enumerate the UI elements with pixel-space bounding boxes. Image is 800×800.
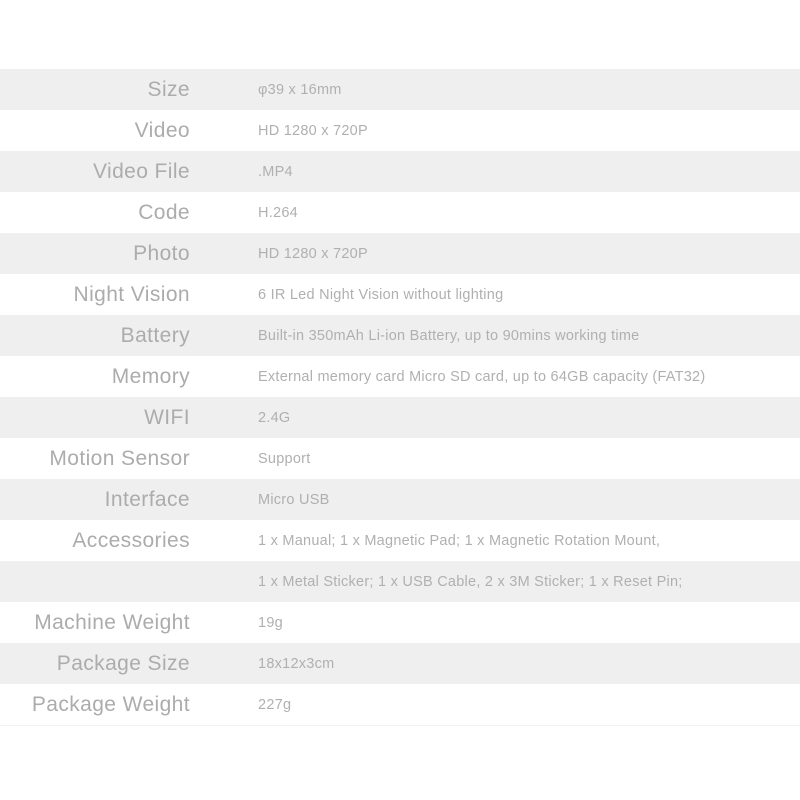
table-row: Battery Built-in 350mAh Li-ion Battery, u… [0,315,800,356]
spec-value: 1 x Metal Sticker; 1 x USB Cable, 2 x 3M… [258,573,683,590]
spec-value: 1 x Manual; 1 x Magnetic Pad; 1 x Magnet… [258,532,661,549]
table-row: Photo HD 1280 x 720P [0,233,800,274]
spec-value: Built-in 350mAh Li-ion Battery, up to 90… [258,327,640,344]
table-row: Motion Sensor Support [0,438,800,479]
spec-label: WIFI [144,405,190,429]
spec-label: Video [134,118,190,142]
spec-label: Motion Sensor [49,446,190,470]
spec-label: Accessories [72,528,190,552]
spec-label: Code [138,200,190,224]
table-row: Accessories 1 x Manual; 1 x Magnetic Pad;… [0,520,800,561]
spec-label: Interface [104,487,190,511]
spec-value: External memory card Micro SD card, up t… [258,368,706,385]
spec-value: 6 IR Led Night Vision without lighting [258,286,504,303]
spec-label: Package Weight [31,692,190,716]
table-row: Night Vision 6 IR Led Night Vision withou… [0,274,800,315]
spec-label: Battery [120,323,190,347]
spec-value: Micro USB [258,491,330,508]
spec-value: 18x12x3cm [258,655,335,672]
table-row: Package Weight 227g [0,684,800,725]
spec-value: H.264 [258,204,298,221]
table-row: Video HD 1280 x 720P [0,110,800,151]
spec-label: Machine Weight [34,610,190,634]
table-row: Memory External memory card Micro SD card… [0,356,800,397]
spec-label: Photo [133,241,190,265]
table-row: Machine Weight 19g [0,602,800,643]
spec-label: Memory [111,364,190,388]
table-row: Package Size 18x12x3cm [0,643,800,684]
table-row: 1 x Metal Sticker; 1 x USB Cable, 2 x 3M… [0,561,800,602]
specification-table: Size φ39 x 16mm Video HD 1280 x 720P Video F… [0,69,800,725]
spec-value: HD 1280 x 720P [258,122,368,139]
spec-value: 2.4G [258,409,291,426]
spec-label: Night Vision [73,282,190,306]
spec-value: φ39 x 16mm [258,81,342,98]
table-row: Code H.264 [0,192,800,233]
table-row: Video File .MP4 [0,151,800,192]
spec-value: .MP4 [258,163,293,180]
table-bottom-divider [0,725,800,726]
table-row: WIFI 2.4G [0,397,800,438]
spec-label: Package Size [56,651,190,675]
spec-value: HD 1280 x 720P [258,245,368,262]
spec-label [0,561,190,602]
spec-value: 19g [258,614,283,631]
spec-value: 227g [258,696,292,713]
table-row: Interface Micro USB [0,479,800,520]
specification-sheet: Size φ39 x 16mm Video HD 1280 x 720P Video F… [0,0,800,800]
spec-label: Size [147,77,190,101]
spec-label: Video File [92,159,190,183]
table-row: Size φ39 x 16mm [0,69,800,110]
spec-value: Support [258,450,311,467]
specification-table-body: Size φ39 x 16mm Video HD 1280 x 720P Video F… [0,69,800,725]
